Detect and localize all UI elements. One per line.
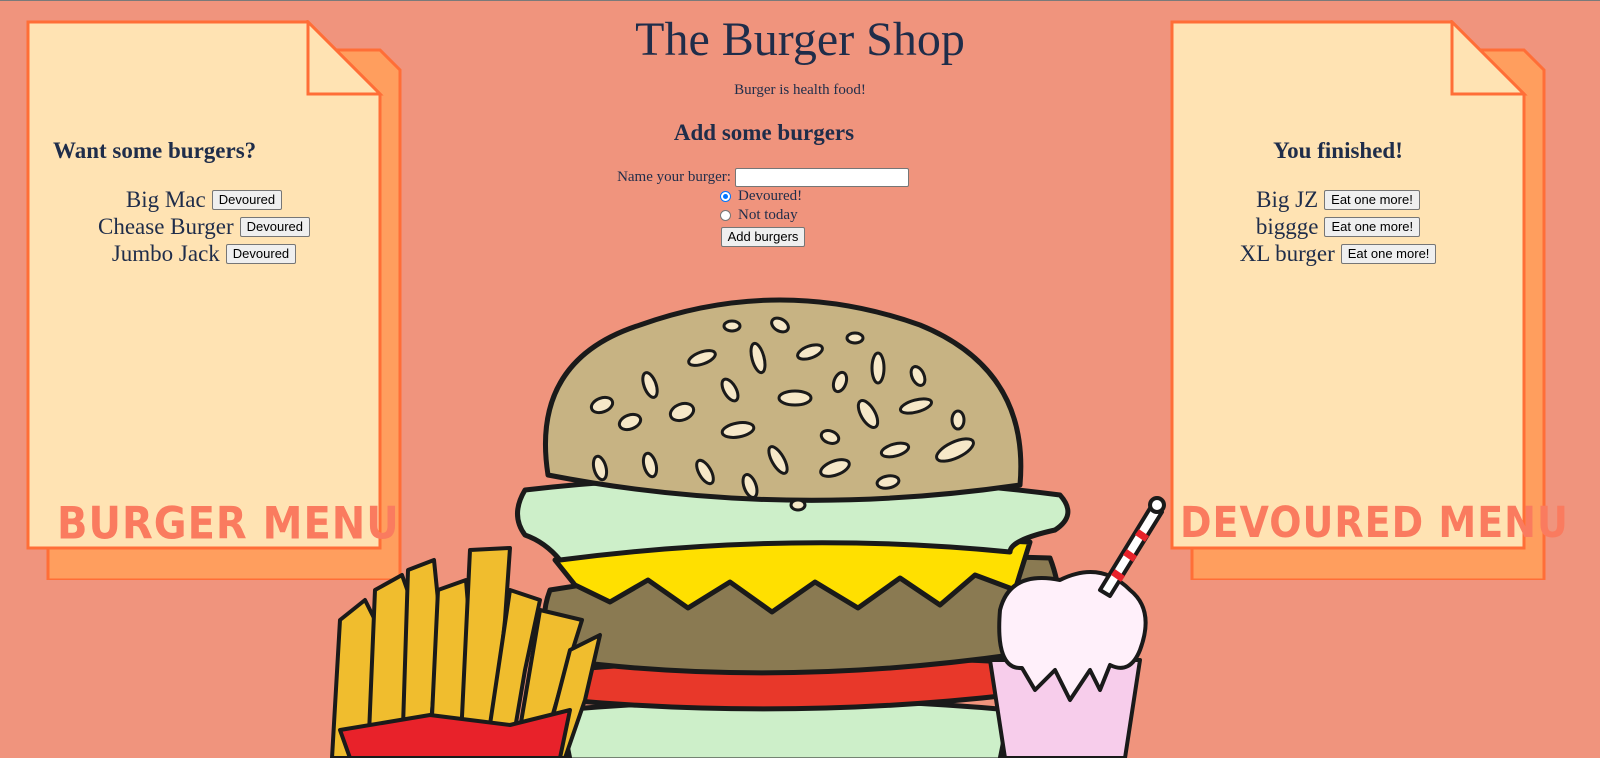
list-item: Chease Burger Devoured (26, 213, 382, 240)
burger-name-input[interactable] (734, 168, 909, 187)
burger-illustration (330, 297, 1166, 758)
eat-one-more-button[interactable]: Eat one more! (1340, 243, 1437, 264)
burger-name: Big Mac (125, 186, 206, 212)
devoured-burger-list: Big JZ Eat one more! biggge Eat one more… (1170, 186, 1506, 267)
list-item: XL burger Eat one more! (1170, 240, 1506, 267)
radio-devoured-label: Devoured! (738, 188, 803, 204)
devoured-menu-panel: You finished! Big JZ Eat one more! biggg… (1170, 20, 1568, 580)
list-item: Jumbo Jack Devoured (26, 240, 382, 267)
tagline: Burger is health food! (734, 82, 866, 98)
radio-not-today-label: Not today (738, 207, 798, 223)
page-title: The Burger Shop (635, 13, 965, 66)
burger-name: Jumbo Jack (111, 240, 220, 266)
menu-burger-list: Big Mac Devoured Chease Burger Devoured … (26, 186, 382, 267)
radio-not-today-button[interactable] (720, 210, 731, 221)
list-item: Big Mac Devoured (26, 186, 382, 213)
radio-not-today[interactable]: Not today (600, 206, 926, 225)
paper-background (1170, 20, 1546, 580)
eat-one-more-button[interactable]: Eat one more! (1324, 216, 1421, 237)
devoured-button[interactable]: Devoured (211, 189, 283, 210)
devoured-menu-label: DEVOURED MENU (1180, 498, 1569, 548)
list-item: biggge Eat one more! (1170, 213, 1506, 240)
burger-name: biggge (1255, 213, 1319, 239)
radio-devoured[interactable]: Devoured! (600, 187, 926, 206)
burger-name: XL burger (1239, 240, 1335, 266)
top-border (0, 0, 1600, 1)
add-burgers-button[interactable]: Add burgers (720, 227, 806, 247)
burger-name-label: Name your burger: (617, 169, 731, 185)
devoured-button[interactable]: Devoured (239, 216, 310, 237)
devoured-button[interactable]: Devoured (225, 243, 297, 264)
add-burgers-heading: Add some burgers (673, 120, 855, 145)
burger-name: Big JZ (1256, 186, 1319, 212)
eat-one-more-button[interactable]: Eat one more! (1324, 189, 1420, 210)
add-burger-form: Name your burger: Devoured! Not today Ad… (600, 168, 926, 247)
list-item: Big JZ Eat one more! (1170, 186, 1506, 213)
radio-devoured-button[interactable] (720, 191, 731, 202)
burger-name: Chease Burger (98, 213, 234, 239)
